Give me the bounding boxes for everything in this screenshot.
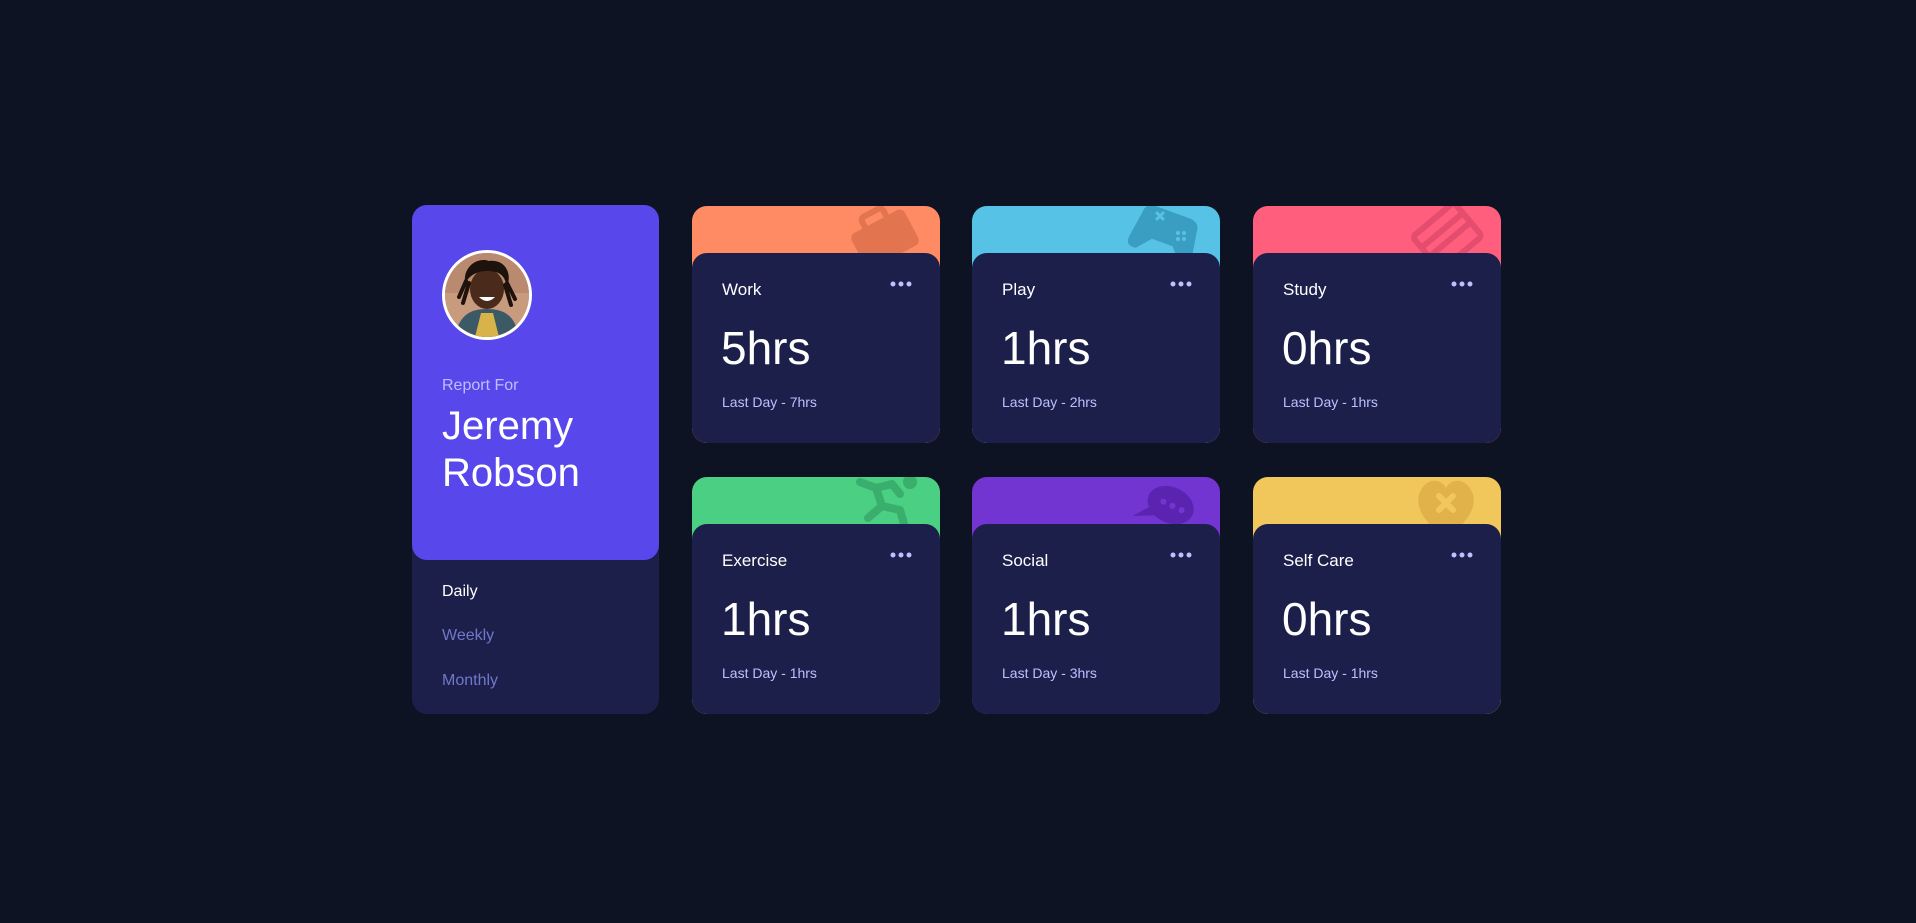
activity-hours: 1hrs — [721, 593, 811, 645]
activity-title: Study — [1283, 280, 1327, 299]
activity-title: Work — [722, 280, 762, 299]
activity-card-body: Study 0hrs Last Day - 1hrs — [1253, 253, 1501, 443]
activity-hours: 5hrs — [721, 322, 811, 374]
user-name: Jeremy Robson — [442, 404, 580, 495]
activity-previous: Last Day - 1hrs — [722, 665, 817, 681]
activity-hours: 0hrs — [1282, 593, 1372, 645]
profile-header: Report For Jeremy Robson — [412, 205, 659, 560]
period-monthly[interactable]: Monthly — [442, 672, 498, 690]
activity-title: Play — [1002, 280, 1036, 299]
report-for-label: Report For — [442, 377, 519, 394]
activity-card-body: Exercise 1hrs Last Day - 1hrs — [692, 524, 940, 714]
ellipsis-icon[interactable] — [1170, 275, 1192, 293]
activity-card-social: Social 1hrs Last Day - 3hrs — [972, 477, 1220, 714]
period-weekly[interactable]: Weekly — [442, 627, 494, 645]
activity-card-body: Work 5hrs Last Day - 7hrs — [692, 253, 940, 443]
ellipsis-icon[interactable] — [1451, 275, 1473, 293]
activity-previous: Last Day - 1hrs — [1283, 665, 1378, 681]
activity-previous: Last Day - 2hrs — [1002, 394, 1097, 410]
activity-card-body: Social 1hrs Last Day - 3hrs — [972, 524, 1220, 714]
activity-card-study: Study 0hrs Last Day - 1hrs — [1253, 206, 1501, 443]
activity-title: Self Care — [1283, 551, 1354, 570]
activity-hours: 1hrs — [1001, 322, 1091, 374]
ellipsis-icon[interactable] — [1451, 546, 1473, 564]
activity-previous: Last Day - 3hrs — [1002, 665, 1097, 681]
activity-hours: 1hrs — [1001, 593, 1091, 645]
ellipsis-icon[interactable] — [890, 546, 912, 564]
avatar — [442, 250, 532, 340]
activity-previous: Last Day - 1hrs — [1283, 394, 1378, 410]
activity-card-self-care: Self Care 0hrs Last Day - 1hrs — [1253, 477, 1501, 714]
time-tracking-dashboard: Report For Jeremy Robson Daily Weekly Mo… — [412, 205, 1502, 714]
activity-card-exercise: Exercise 1hrs Last Day - 1hrs — [692, 477, 940, 714]
activity-card-play: Play 1hrs Last Day - 2hrs — [972, 206, 1220, 443]
ellipsis-icon[interactable] — [1170, 546, 1192, 564]
activity-previous: Last Day - 7hrs — [722, 394, 817, 410]
activity-card-body: Play 1hrs Last Day - 2hrs — [972, 253, 1220, 443]
activity-title: Social — [1002, 551, 1049, 570]
activity-title: Exercise — [722, 551, 788, 570]
activity-card-work: Work 5hrs Last Day - 7hrs — [692, 206, 940, 443]
activity-card-body: Self Care 0hrs Last Day - 1hrs — [1253, 524, 1501, 714]
period-daily[interactable]: Daily — [442, 583, 478, 601]
ellipsis-icon[interactable] — [890, 275, 912, 293]
profile-card: Report For Jeremy Robson Daily Weekly Mo… — [412, 205, 659, 714]
activity-hours: 0hrs — [1282, 322, 1372, 374]
